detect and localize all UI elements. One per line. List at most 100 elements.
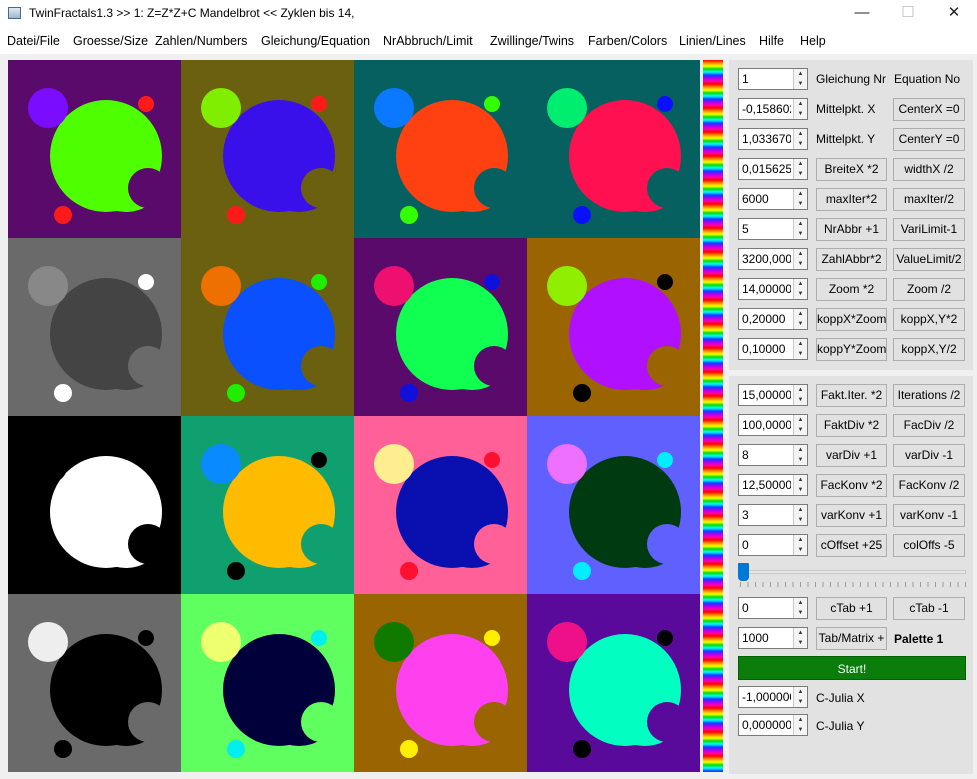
spin-arrows[interactable]: ▲ ▼: [793, 219, 807, 239]
spin-arrows[interactable]: ▲ ▼: [793, 715, 807, 735]
menu-datei-file[interactable]: Datei/File: [7, 34, 60, 48]
spin-arrows[interactable]: ▲ ▼: [793, 189, 807, 209]
spin-arrows[interactable]: ▲ ▼: [793, 415, 807, 435]
close-button[interactable]: ✕: [931, 0, 977, 28]
param-spinbox-3[interactable]: 0,0156250▲▼: [738, 158, 808, 180]
color-spinbox-3-value[interactable]: 12,50000: [742, 478, 791, 492]
menu-farben-colors[interactable]: Farben/Colors: [588, 34, 667, 48]
button-param-a-8[interactable]: koppX*Zoom: [816, 308, 887, 331]
minimize-button[interactable]: —: [839, 0, 885, 28]
param-spinbox-1-value[interactable]: -0,158602(: [742, 102, 791, 116]
spin-arrows[interactable]: ▲ ▼: [793, 129, 807, 149]
param-spinbox-9-value[interactable]: 0,10000: [742, 342, 791, 356]
color-spinbox-5-value[interactable]: 0: [742, 538, 791, 552]
chevron-down-icon[interactable]: ▼: [794, 229, 807, 239]
button-param-b-4[interactable]: maxIter/2: [893, 188, 965, 211]
fractal-tile[interactable]: [181, 60, 354, 238]
chevron-up-icon[interactable]: ▲: [794, 505, 807, 515]
julia-x-spinbox[interactable]: -1,000000(▲▼: [738, 686, 808, 708]
chevron-up-icon[interactable]: ▲: [794, 129, 807, 139]
param-spinbox-0[interactable]: 1 ▲ ▼: [738, 68, 808, 90]
spin-arrows[interactable]: ▲ ▼: [793, 159, 807, 179]
button-color-a-2[interactable]: varDiv +1: [816, 444, 887, 467]
matrix-spinbox-value[interactable]: 1000: [742, 631, 791, 645]
menu-gleichung-equation[interactable]: Gleichung/Equation: [261, 34, 370, 48]
fractal-tile[interactable]: [181, 238, 354, 416]
button-param-a-3[interactable]: BreiteX *2: [816, 158, 887, 181]
spin-arrows[interactable]: ▲ ▼: [793, 687, 807, 707]
fractal-tile[interactable]: [8, 594, 181, 772]
param-spinbox-4-value[interactable]: 6000: [742, 192, 791, 206]
button-param-b-9[interactable]: koppX,Y/2: [893, 338, 965, 361]
button-param-b-7[interactable]: Zoom /2: [893, 278, 965, 301]
spin-arrows[interactable]: ▲ ▼: [793, 69, 807, 89]
chevron-up-icon[interactable]: ▲: [794, 219, 807, 229]
fractal-tile[interactable]: [527, 238, 700, 416]
param-spinbox-5[interactable]: 5 ▲ ▼: [738, 218, 808, 240]
chevron-down-icon[interactable]: ▼: [794, 545, 807, 555]
fractal-tile[interactable]: [181, 594, 354, 772]
fractal-tile[interactable]: [8, 416, 181, 594]
chevron-down-icon[interactable]: ▼: [794, 425, 807, 435]
button-center-2[interactable]: CenterY =0: [893, 128, 965, 151]
menu-groesse-size[interactable]: Groesse/Size: [73, 34, 148, 48]
chevron-up-icon[interactable]: ▲: [794, 535, 807, 545]
chevron-down-icon[interactable]: ▼: [794, 697, 807, 707]
menu-nrabbruch-limit[interactable]: NrAbbruch/Limit: [383, 34, 473, 48]
chevron-up-icon[interactable]: ▲: [794, 309, 807, 319]
spin-arrows[interactable]: ▲ ▼: [793, 628, 807, 648]
button-param-b-3[interactable]: widthX /2: [893, 158, 965, 181]
chevron-down-icon[interactable]: ▼: [794, 638, 807, 648]
button-param-a-7[interactable]: Zoom *2: [816, 278, 887, 301]
button-color-a-5[interactable]: cOffset +25: [816, 534, 887, 557]
fractal-tile[interactable]: [354, 60, 527, 238]
julia-y-spinbox[interactable]: 0,0000000▲▼: [738, 714, 808, 736]
chevron-down-icon[interactable]: ▼: [794, 608, 807, 618]
button-color-b-0[interactable]: Iterations /2: [893, 384, 965, 407]
button-color-b-4[interactable]: varKonv -1: [893, 504, 965, 527]
spin-arrows[interactable]: ▲ ▼: [793, 249, 807, 269]
ctab-spinbox[interactable]: 0 ▲ ▼: [738, 597, 808, 619]
button-param-a-4[interactable]: maxIter*2: [816, 188, 887, 211]
start-button[interactable]: Start!: [738, 656, 966, 680]
spin-arrows[interactable]: ▲ ▼: [793, 279, 807, 299]
chevron-up-icon[interactable]: ▲: [794, 69, 807, 79]
color-spinbox-1[interactable]: 100,00000▲▼: [738, 414, 808, 436]
button-param-a-6[interactable]: ZahlAbbr*2: [816, 248, 887, 271]
chevron-up-icon[interactable]: ▲: [794, 415, 807, 425]
chevron-up-icon[interactable]: ▲: [794, 279, 807, 289]
button-color-b-5[interactable]: colOffs -5: [893, 534, 965, 557]
chevron-up-icon[interactable]: ▲: [794, 598, 807, 608]
chevron-down-icon[interactable]: ▼: [794, 455, 807, 465]
fractal-tile[interactable]: [8, 238, 181, 416]
chevron-up-icon[interactable]: ▲: [794, 385, 807, 395]
chevron-down-icon[interactable]: ▼: [794, 139, 807, 149]
ctab-spinbox-value[interactable]: 0: [742, 601, 791, 615]
chevron-down-icon[interactable]: ▼: [794, 289, 807, 299]
color-spinbox-4[interactable]: 3 ▲ ▼: [738, 504, 808, 526]
chevron-up-icon[interactable]: ▲: [794, 687, 807, 697]
menu-zahlen-numbers[interactable]: Zahlen/Numbers: [155, 34, 247, 48]
color-spinbox-2-value[interactable]: 8: [742, 448, 791, 462]
menu-linien-lines[interactable]: Linien/Lines: [679, 34, 746, 48]
chevron-down-icon[interactable]: ▼: [794, 515, 807, 525]
spin-arrows[interactable]: ▲ ▼: [793, 339, 807, 359]
menu-help[interactable]: Help: [800, 34, 826, 48]
button-param-b-5[interactable]: VariLimit-1: [893, 218, 965, 241]
button-param-a-5[interactable]: NrAbbr +1: [816, 218, 887, 241]
fractal-tile[interactable]: [527, 594, 700, 772]
button-param-a-9[interactable]: koppY*Zoom: [816, 338, 887, 361]
fractal-tile[interactable]: [354, 238, 527, 416]
button-color-a-0[interactable]: Fakt.Iter. *2: [816, 384, 887, 407]
tab-matrix-button[interactable]: Tab/Matrix +: [816, 627, 887, 650]
ctab-minus-button[interactable]: cTab -1: [893, 597, 965, 620]
chevron-down-icon[interactable]: ▼: [794, 169, 807, 179]
param-spinbox-4[interactable]: 6000 ▲ ▼: [738, 188, 808, 210]
button-color-a-3[interactable]: FacKonv *2: [816, 474, 887, 497]
fractal-tile[interactable]: [8, 60, 181, 238]
chevron-up-icon[interactable]: ▲: [794, 339, 807, 349]
ctab-plus-button[interactable]: cTab +1: [816, 597, 887, 620]
menu-hilfe[interactable]: Hilfe: [759, 34, 784, 48]
param-spinbox-2-value[interactable]: 1,0336700: [742, 132, 791, 146]
button-param-b-6[interactable]: ValueLimit/2: [893, 248, 965, 271]
